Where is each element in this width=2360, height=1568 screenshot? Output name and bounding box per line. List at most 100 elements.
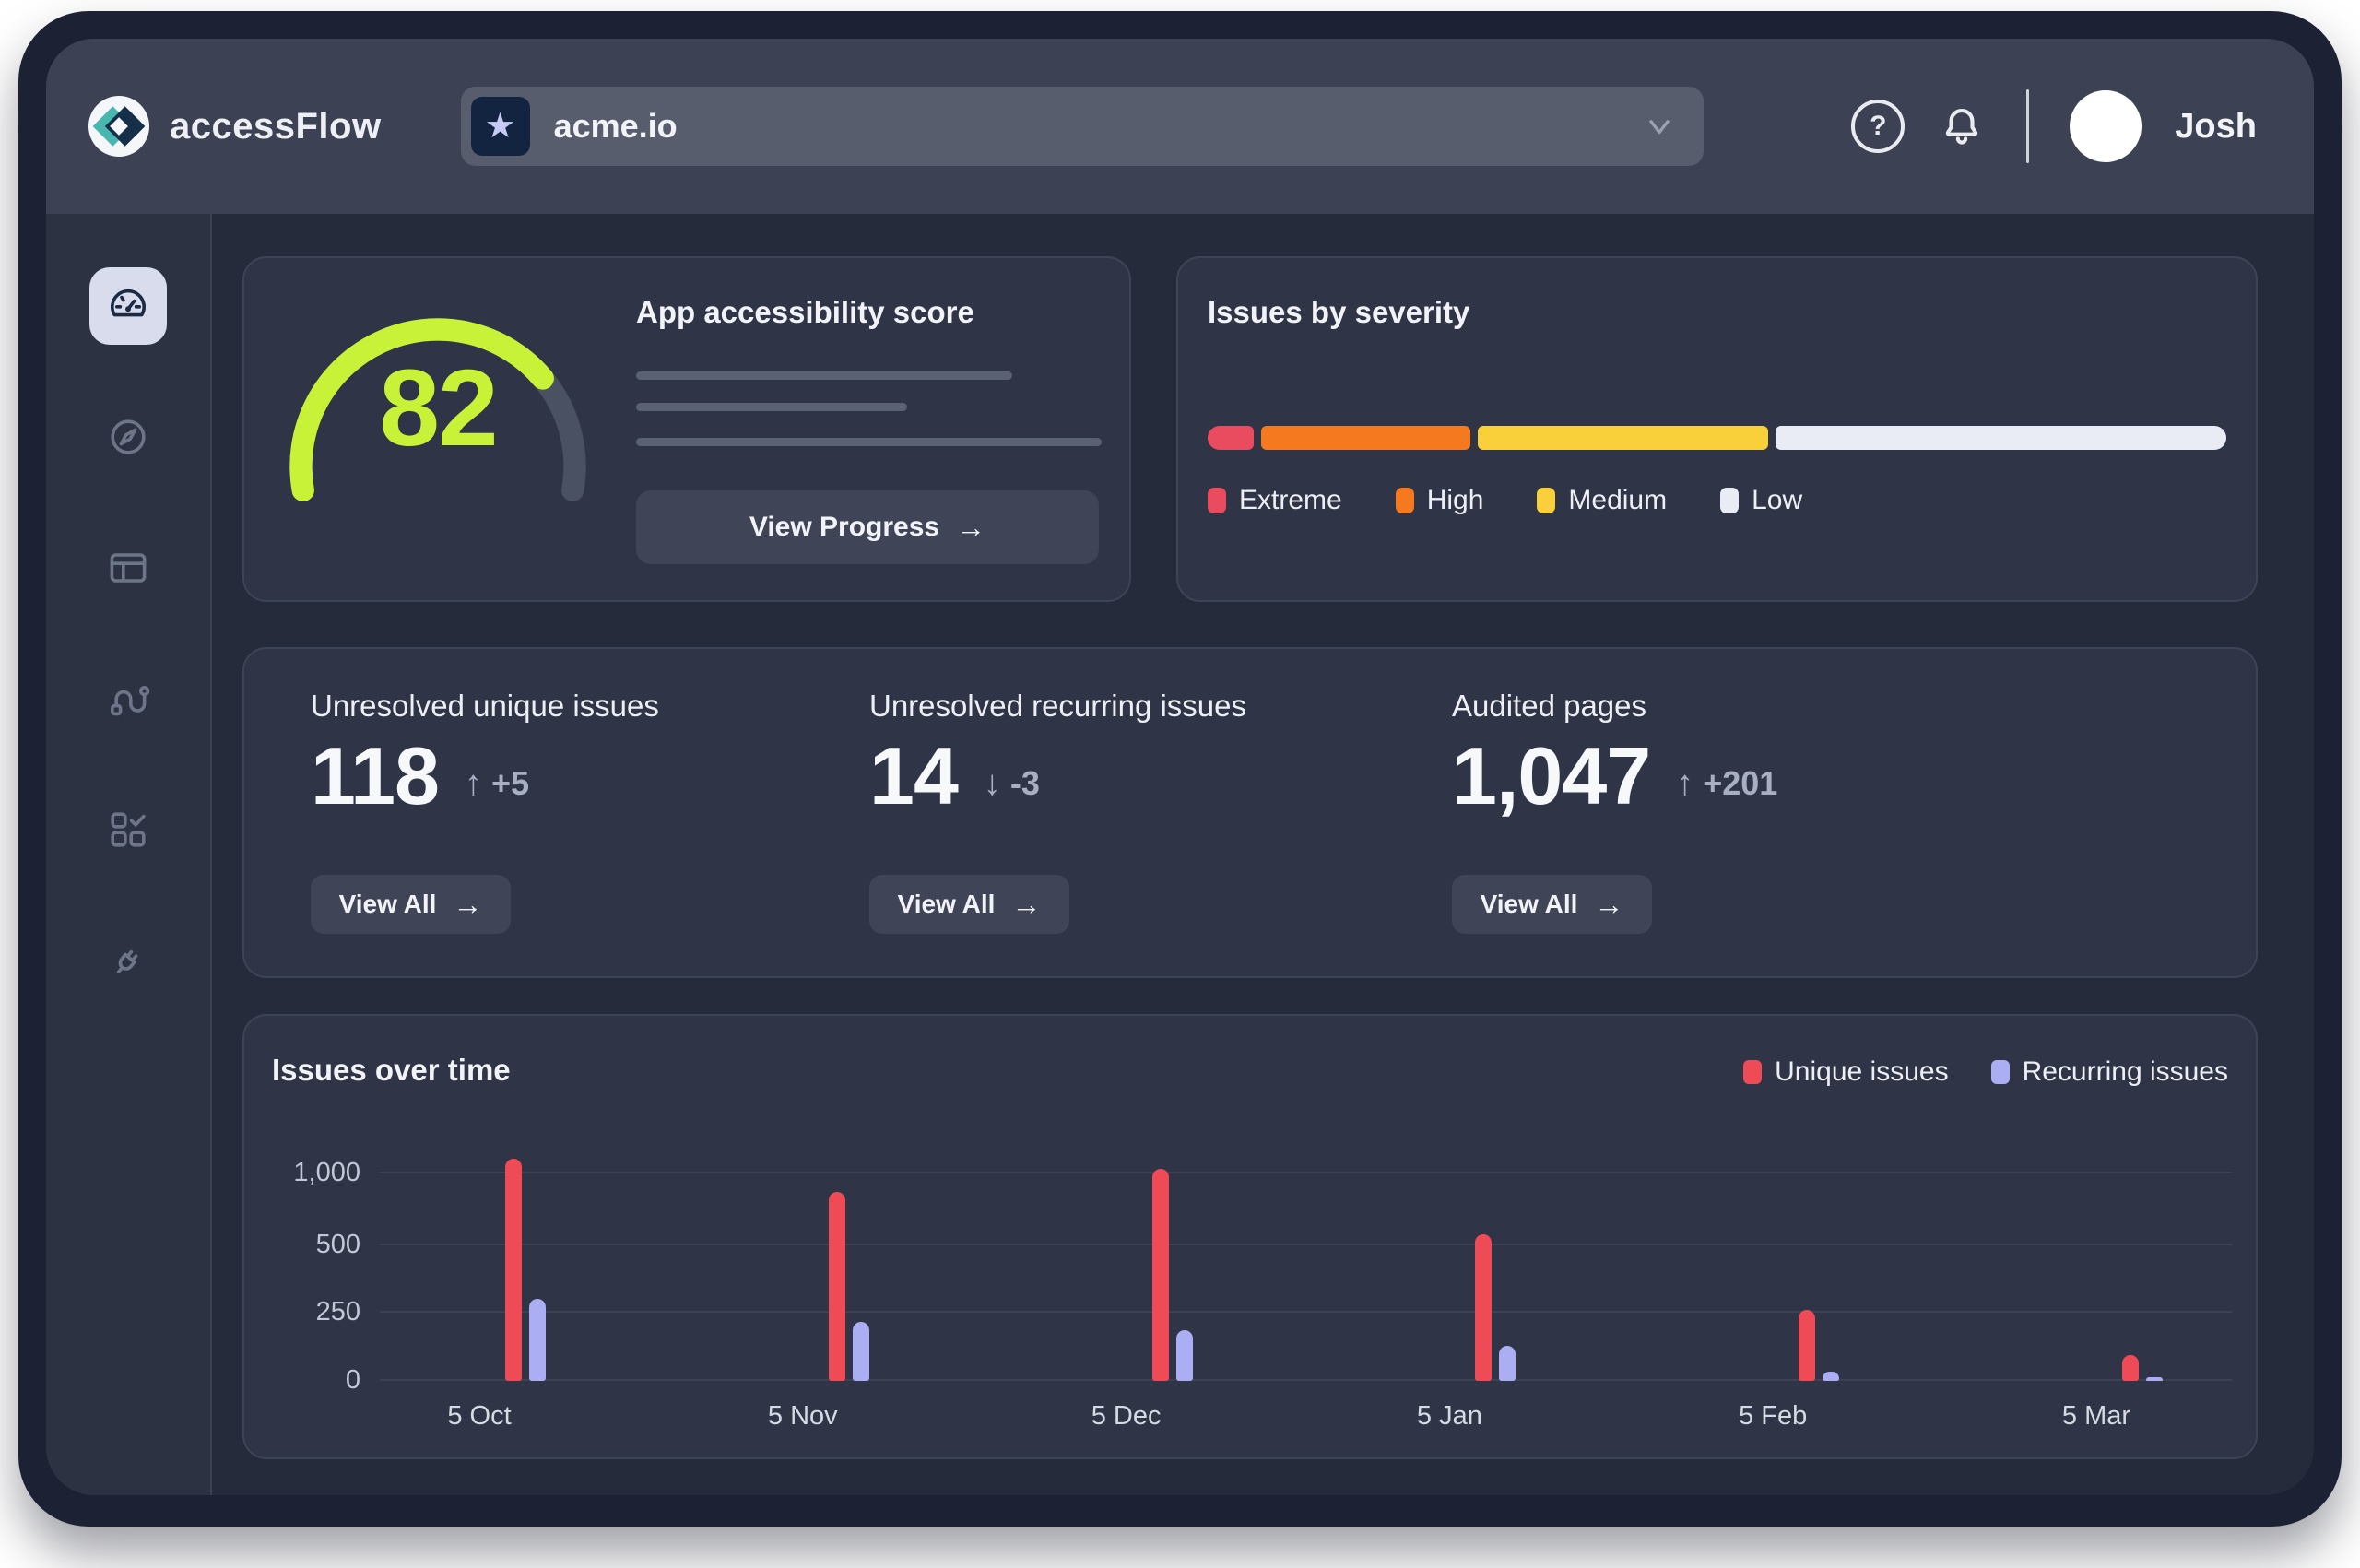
- app-body: 82 App accessibility score View Progress…: [46, 214, 2314, 1495]
- view-all-label: View All: [898, 890, 996, 919]
- arrow-right-icon: →: [1011, 888, 1041, 922]
- accessflow-logo-icon: [88, 96, 149, 157]
- legend-label: Medium: [1568, 485, 1667, 516]
- arrow-right-icon: →: [1594, 888, 1623, 922]
- gridline: [380, 1172, 2232, 1173]
- sidebar-item-flows[interactable]: [89, 660, 167, 737]
- severity-stacked-bar: [1208, 426, 2226, 450]
- chart-plot: 5 Oct5 Nov5 Dec5 Jan5 Feb5 Mar: [380, 1145, 2232, 1381]
- medium-swatch-icon: [1537, 488, 1555, 513]
- recurring-issues-bar: [1499, 1346, 1516, 1381]
- legend-label: Recurring issues: [2023, 1056, 2228, 1088]
- view-all-recurring-button[interactable]: View All →: [869, 875, 1069, 934]
- stats-summary-card: Unresolved unique issues 118 ↑ +5 View A…: [242, 647, 2258, 978]
- arrow-right-icon: →: [453, 888, 482, 922]
- stat-label: Unresolved recurring issues: [869, 689, 1246, 724]
- compass-icon: [106, 415, 150, 459]
- sidebar: [46, 214, 212, 1495]
- issues-by-severity-card: Issues by severity Extreme High: [1176, 256, 2258, 602]
- x-axis-label: 5 Dec: [1053, 1401, 1200, 1432]
- avatar[interactable]: [2070, 90, 2142, 162]
- arrow-right-icon: →: [956, 511, 985, 545]
- legend-label: Extreme: [1239, 485, 1342, 516]
- severity-segment-medium: [1478, 426, 1768, 450]
- recurring-issues-bar: [1823, 1372, 1839, 1381]
- legend-item-unique-issues: Unique issues: [1743, 1056, 1948, 1088]
- score-card-details: App accessibility score View Progress →: [636, 295, 1102, 600]
- legend-label: High: [1427, 485, 1484, 516]
- extreme-swatch-icon: [1208, 488, 1226, 513]
- bell-icon[interactable]: [1938, 102, 1986, 150]
- grid-check-icon: [106, 808, 150, 852]
- unique-issues-swatch-icon: [1743, 1060, 1762, 1084]
- legend-item-medium: Medium: [1537, 485, 1667, 516]
- view-progress-button[interactable]: View Progress →: [636, 490, 1099, 564]
- unique-issues-bar: [1799, 1310, 1815, 1381]
- unique-issues-bar: [505, 1159, 522, 1381]
- severity-segment-high: [1261, 426, 1469, 450]
- score-value: 82: [272, 354, 604, 463]
- chart-legend: Unique issues Recurring issues: [1743, 1056, 2228, 1088]
- skeleton-line: [636, 403, 907, 411]
- sidebar-item-audits[interactable]: [89, 791, 167, 868]
- issues-over-time-card: Issues over time Unique issues Recurring…: [242, 1014, 2258, 1459]
- recurring-issues-bar: [1176, 1330, 1193, 1381]
- delta-value: -3: [1010, 764, 1040, 803]
- sidebar-item-pages[interactable]: [89, 529, 167, 607]
- delta-value: +201: [1703, 764, 1777, 803]
- view-all-pages-button[interactable]: View All →: [1452, 875, 1652, 934]
- topbar-actions: ? Josh: [1851, 89, 2257, 163]
- severity-segment-extreme: [1208, 426, 1254, 450]
- gridline: [380, 1379, 2232, 1381]
- stat-delta: ↑ +201: [1676, 764, 1777, 804]
- x-axis-label: 5 Mar: [2023, 1401, 2170, 1432]
- stat-label: Audited pages: [1452, 689, 1646, 724]
- sidebar-item-explore[interactable]: [89, 398, 167, 476]
- project-selector[interactable]: ★ acme.io: [461, 87, 1704, 166]
- flow-path-icon: [106, 677, 150, 721]
- x-axis-label: 5 Jan: [1375, 1401, 1523, 1432]
- user-name[interactable]: Josh: [2175, 107, 2257, 147]
- brand-name: accessFlow: [170, 106, 382, 147]
- y-axis-tick-label: 250: [316, 1297, 360, 1327]
- legend-label: Low: [1752, 485, 1802, 516]
- delta-value: +5: [491, 764, 529, 803]
- y-axis-tick-label: 500: [316, 1230, 360, 1260]
- view-all-label: View All: [1481, 890, 1578, 919]
- layout-panel-icon: [106, 546, 150, 590]
- y-axis-tick-label: 1,000: [293, 1158, 360, 1188]
- unique-issues-bar: [829, 1192, 845, 1382]
- view-progress-label: View Progress: [749, 512, 939, 543]
- gridline: [380, 1244, 2232, 1245]
- chevron-down-icon: [1643, 110, 1676, 143]
- view-all-label: View All: [339, 890, 437, 919]
- stat-label: Unresolved unique issues: [311, 689, 659, 724]
- stat-delta: ↓ -3: [984, 764, 1040, 804]
- brand-logo: accessFlow: [88, 96, 382, 157]
- x-axis-label: 5 Nov: [729, 1401, 877, 1432]
- score-card-title: App accessibility score: [636, 295, 1102, 330]
- unique-issues-bar: [1475, 1234, 1492, 1381]
- view-all-unique-button[interactable]: View All →: [311, 875, 511, 934]
- sidebar-item-integrations[interactable]: [89, 922, 167, 999]
- help-icon[interactable]: ?: [1851, 100, 1905, 153]
- legend-label: Unique issues: [1775, 1056, 1948, 1088]
- low-swatch-icon: [1720, 488, 1739, 513]
- recurring-issues-swatch-icon: [1991, 1060, 2010, 1084]
- stat-value: 118: [311, 736, 439, 817]
- y-axis: 02505001,000: [244, 1145, 360, 1381]
- plug-icon: [106, 938, 150, 983]
- app-surface: accessFlow ★ acme.io ?: [46, 39, 2314, 1495]
- topbar-divider: [2026, 89, 2029, 163]
- stat-value: 14: [869, 736, 958, 817]
- legend-item-recurring-issues: Recurring issues: [1991, 1056, 2228, 1088]
- trend-up-icon: ↑: [465, 764, 482, 804]
- trend-up-icon: ↑: [1676, 764, 1693, 804]
- project-selector-value: acme.io: [554, 107, 1619, 146]
- stat-value: 1,047: [1452, 736, 1650, 817]
- recurring-issues-bar: [853, 1322, 869, 1381]
- x-axis-label: 5 Oct: [406, 1401, 553, 1432]
- legend-item-extreme: Extreme: [1208, 485, 1342, 516]
- legend-item-high: High: [1396, 485, 1484, 516]
- sidebar-item-dashboard[interactable]: [89, 267, 167, 345]
